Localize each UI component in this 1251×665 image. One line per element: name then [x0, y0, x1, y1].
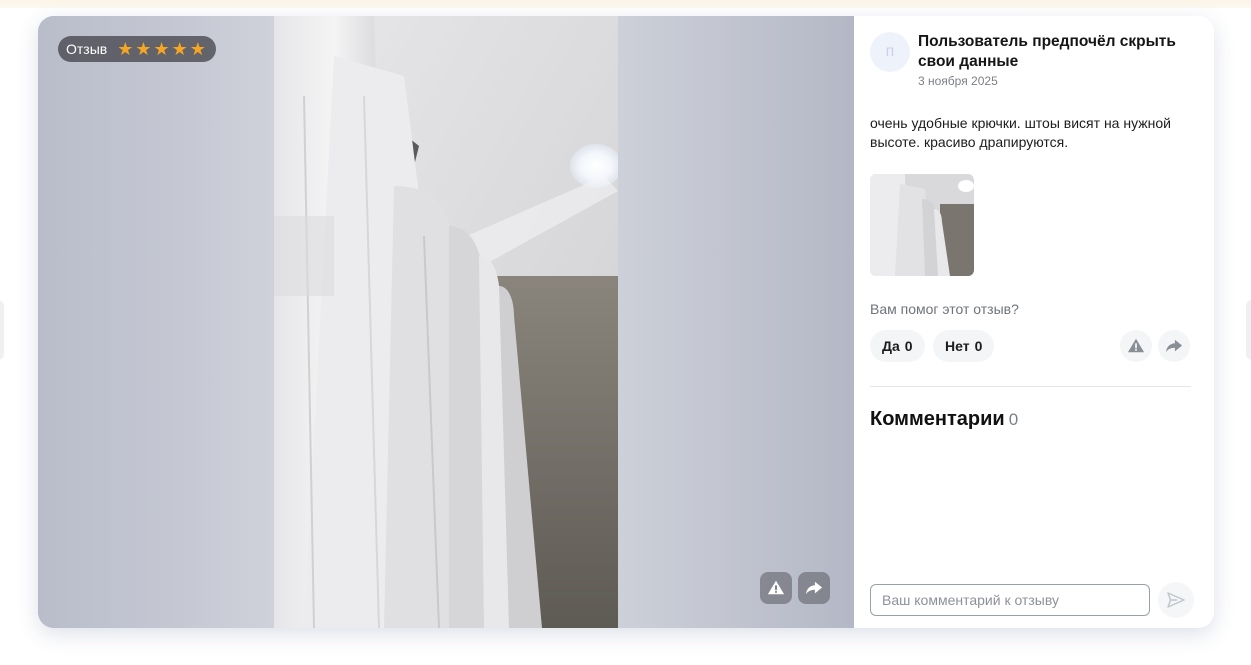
media-blur-right [618, 16, 854, 628]
media-share-button[interactable] [798, 572, 830, 604]
review-photo-thumbnail[interactable] [870, 174, 974, 276]
comments-count: 0 [1008, 410, 1019, 429]
warning-triangle-icon [767, 580, 785, 595]
vote-yes-label: Да [882, 338, 900, 354]
report-review-button[interactable] [1120, 330, 1152, 362]
top-strip [0, 0, 1251, 8]
star-icon: ★ [171, 39, 188, 59]
comment-input[interactable] [870, 584, 1150, 616]
review-date: 3 ноября 2025 [918, 74, 998, 88]
vote-no-count: 0 [974, 338, 983, 354]
comments-heading: Комментарии 0 [870, 408, 1018, 431]
share-arrow-icon [805, 581, 823, 595]
review-text: очень удобные крючки. штоы висят на нужн… [870, 115, 1171, 150]
star-icon: ★ [117, 39, 134, 59]
vote-yes-button[interactable]: Да 0 [870, 330, 925, 362]
send-comment-button[interactable] [1158, 582, 1194, 618]
vote-no-button[interactable]: Нет 0 [933, 330, 995, 362]
review-author: Пользователь предпочёл скрыть свои данны… [918, 33, 1176, 70]
review-details-panel: п Пользователь предпочёл скрыть свои дан… [854, 16, 1214, 628]
helpful-question: Вам помог этот отзыв? [870, 301, 1019, 317]
media-report-button[interactable] [760, 572, 792, 604]
comments-title: Комментарии [870, 408, 1005, 430]
review-modal: Отзыв ★ ★ ★ ★ ★ п Пользователь предпочёл… [38, 16, 1214, 628]
star-icon: ★ [135, 39, 152, 59]
review-photo[interactable] [274, 16, 618, 628]
review-rating-badge: Отзыв ★ ★ ★ ★ ★ [58, 36, 216, 62]
prev-review-edge[interactable] [0, 300, 4, 360]
media-blur-left [38, 16, 274, 628]
divider [870, 386, 1191, 387]
next-review-edge[interactable] [1246, 300, 1251, 360]
vote-no-label: Нет [945, 338, 970, 354]
star-icon: ★ [189, 39, 206, 59]
avatar: п [870, 32, 910, 72]
rating-stars: ★ ★ ★ ★ ★ [117, 40, 206, 58]
warning-triangle-icon [1127, 338, 1145, 353]
share-arrow-icon [1165, 339, 1183, 353]
star-icon: ★ [153, 39, 170, 59]
badge-label: Отзыв [66, 41, 108, 57]
review-media: Отзыв ★ ★ ★ ★ ★ [38, 16, 854, 628]
send-icon [1167, 592, 1185, 608]
vote-yes-count: 0 [904, 338, 913, 354]
share-review-button[interactable] [1158, 330, 1190, 362]
